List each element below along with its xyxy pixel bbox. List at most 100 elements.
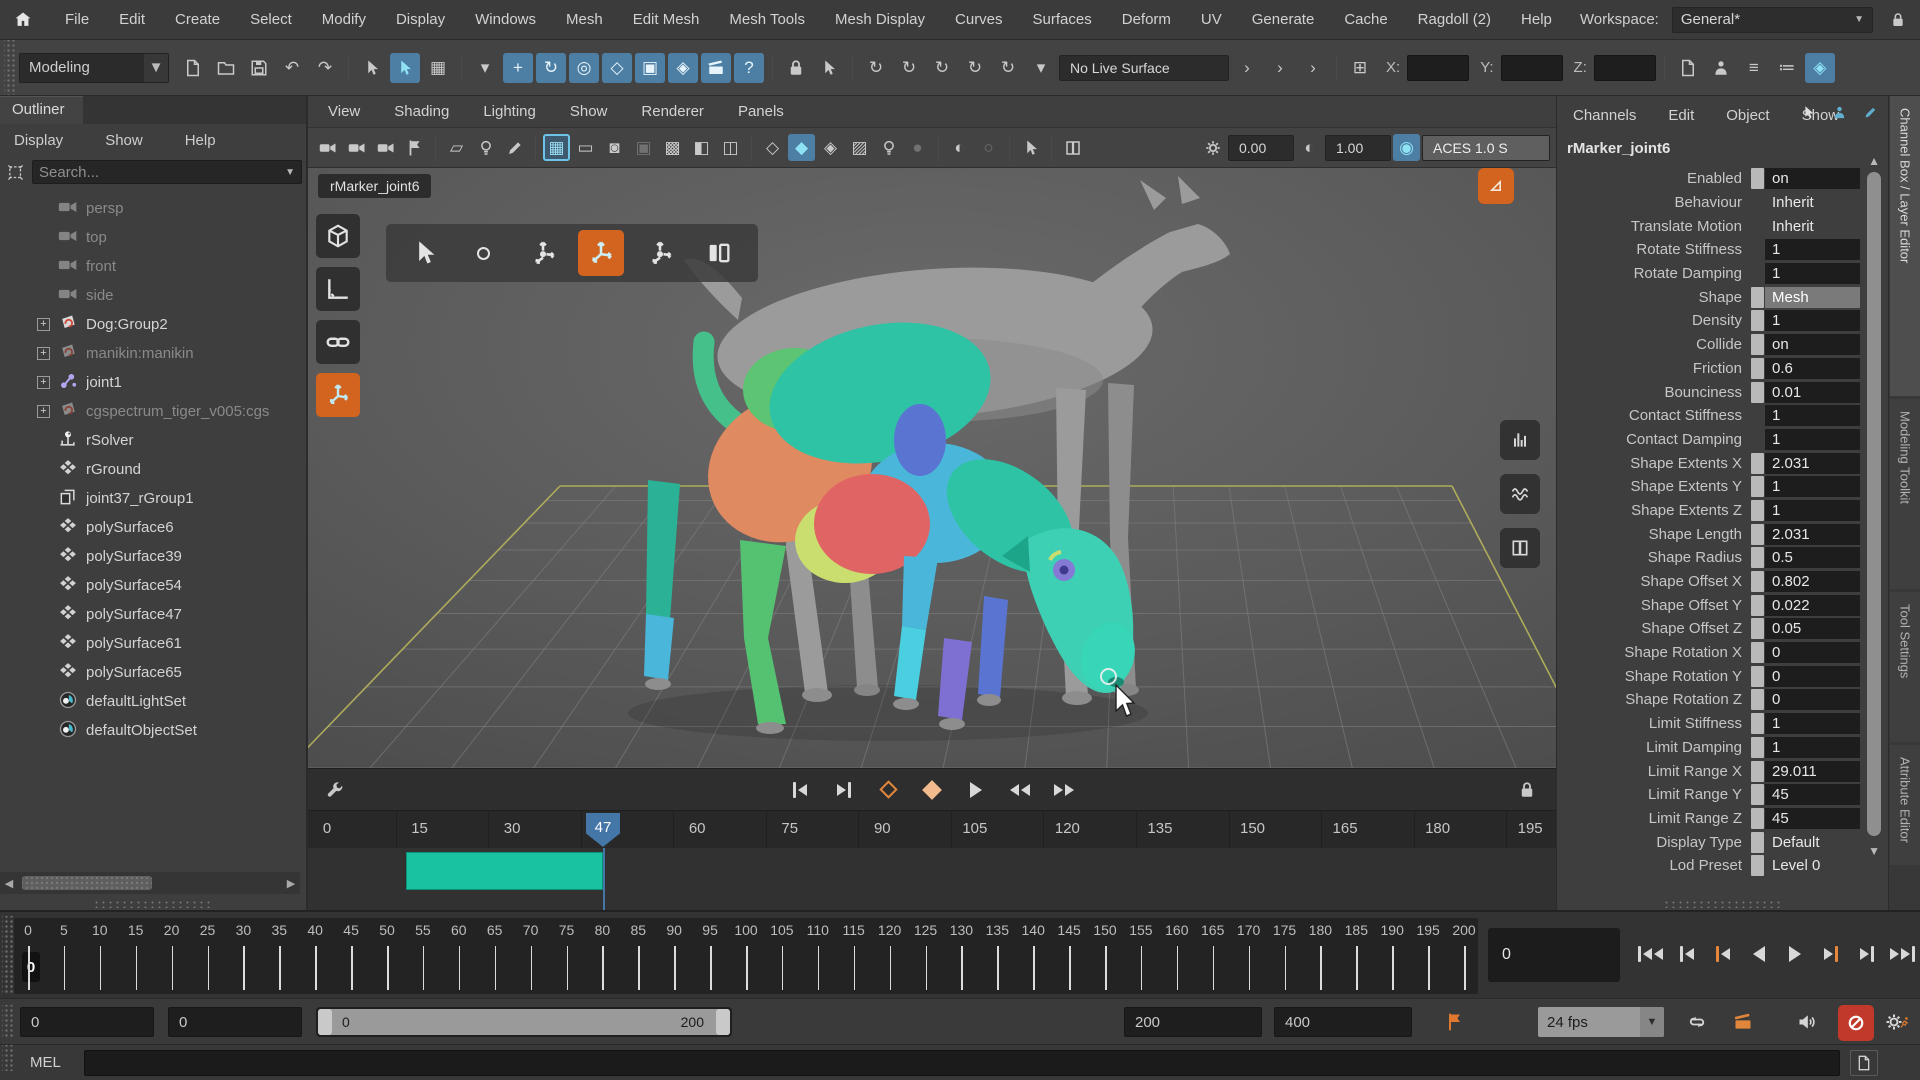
channel-slider-box[interactable] — [1751, 500, 1764, 521]
channel-slider-box[interactable] — [1751, 832, 1764, 853]
uv-editor-icon[interactable] — [1673, 53, 1703, 83]
channel-row-shape[interactable]: ShapeMesh — [1563, 286, 1860, 308]
playback-start-field[interactable]: 0 — [168, 1007, 302, 1037]
display-settings-gear-icon[interactable] — [1199, 134, 1226, 161]
make-live-icon[interactable]: ◈ — [668, 53, 698, 83]
tab-outliner[interactable]: Outliner — [0, 96, 83, 124]
view-bookmark-icon[interactable] — [401, 134, 428, 161]
input-connections-icon[interactable]: ↻ — [861, 53, 891, 83]
channel-slider-box[interactable] — [1751, 287, 1764, 308]
channel-label[interactable]: Limit Range Z — [1563, 810, 1751, 827]
channel-slider-box[interactable] — [1751, 642, 1764, 663]
gate-mask-icon[interactable]: ▣ — [630, 134, 657, 161]
outliner-item-defaultlightset[interactable]: defaultLightSet — [0, 687, 300, 716]
filter-icon[interactable] — [4, 161, 26, 183]
step-back-key-button[interactable] — [1670, 930, 1703, 978]
panel-resize-handle[interactable] — [93, 900, 213, 908]
range-slider[interactable]: 0 200 — [316, 1007, 732, 1037]
lasso-tool-button[interactable] — [461, 230, 507, 276]
channel-row-shape-extents-x[interactable]: Shape Extents X 2.031 — [1563, 452, 1860, 474]
channel-row-shape-radius[interactable]: Shape Radius0.5 — [1563, 547, 1860, 569]
wireframe-on-shaded-icon[interactable]: ◈ — [817, 134, 844, 161]
menu-uv[interactable]: UV — [1199, 8, 1224, 31]
channel-scrollbar-thumb[interactable] — [1867, 172, 1881, 836]
render-clapper-icon[interactable] — [701, 53, 731, 83]
channel-slider-box[interactable] — [1751, 334, 1764, 355]
isolate-select-icon[interactable] — [1017, 134, 1044, 161]
channel-label[interactable]: Shape Offset X — [1563, 573, 1751, 590]
channel-value-field[interactable]: Default — [1765, 832, 1860, 853]
menu-mesh-display[interactable]: Mesh Display — [833, 8, 927, 31]
channel-value-field[interactable]: 0 — [1765, 689, 1860, 710]
channel-slider-box[interactable] — [1751, 855, 1764, 876]
workspace-select[interactable]: General* ▼ — [1672, 7, 1873, 33]
outliner-item-polysurface47[interactable]: polySurface47 — [0, 600, 300, 629]
toolbar-grip[interactable] — [4, 40, 16, 95]
playhead[interactable]: 47 — [586, 813, 620, 847]
channel-slider-box[interactable] — [1751, 808, 1764, 829]
play-backwards-button[interactable] — [1742, 930, 1775, 978]
menu-cache[interactable]: Cache — [1342, 8, 1389, 31]
channel-slider-box[interactable] — [1751, 595, 1764, 616]
play-forwards-button[interactable] — [1778, 930, 1811, 978]
channel-value-field[interactable]: 0 — [1765, 642, 1860, 663]
channel-label[interactable]: Limit Range Y — [1563, 786, 1751, 803]
character-set-icon[interactable] — [1706, 53, 1736, 83]
range-start-handle[interactable] — [318, 1009, 332, 1035]
snap-projected-center-icon[interactable]: ◇ — [602, 53, 632, 83]
resolution-gate-icon[interactable]: ◙ — [601, 134, 628, 161]
move-tool-button-active[interactable] — [578, 230, 624, 276]
channel-slider-box[interactable] — [1751, 713, 1764, 734]
constraint-link-tool-button[interactable] — [316, 320, 360, 364]
channel-value-field[interactable]: 2.031 — [1765, 524, 1860, 545]
snap-help-icon[interactable]: ? — [734, 53, 764, 83]
fps-select[interactable]: 24 fps ▼ — [1538, 1007, 1664, 1037]
lock-selection-icon[interactable] — [781, 53, 811, 83]
channel-slider-box[interactable] — [1751, 737, 1764, 758]
smooth-shade-icon[interactable]: ◆ — [788, 134, 815, 161]
playback-end-field[interactable]: 200 — [1124, 1007, 1262, 1037]
channel-label[interactable]: Display Type — [1563, 834, 1751, 851]
channel-row-shape-offset-y[interactable]: Shape Offset Y0.022 — [1563, 594, 1860, 616]
channel-row-behaviour[interactable]: BehaviourInherit — [1563, 192, 1860, 214]
keyframe-filled-button[interactable] — [917, 775, 947, 805]
channel-label[interactable]: Shape Radius — [1563, 549, 1751, 566]
scroll-left-icon[interactable]: ◀ — [0, 877, 18, 890]
outliner-item-polysurface39[interactable]: polySurface39 — [0, 542, 300, 571]
channel-slider-box[interactable] — [1751, 382, 1764, 403]
previous-key-button[interactable] — [785, 775, 815, 805]
outliner-item-polysurface6[interactable]: polySurface6 — [0, 513, 300, 542]
outliner-item-front[interactable]: front — [0, 252, 300, 281]
motion-blur-icon[interactable]: ○ — [975, 134, 1002, 161]
channel-slider-box[interactable] — [1751, 666, 1764, 687]
menu-edit-mesh[interactable]: Edit Mesh — [631, 8, 702, 31]
channel-value-field[interactable]: 2.031 — [1765, 453, 1860, 474]
animation-start-field[interactable]: 0 — [20, 1007, 154, 1037]
gamma-field[interactable]: 1.00 — [1325, 135, 1391, 161]
channel-value-field[interactable]: 1 — [1765, 500, 1860, 521]
viewport-menu-renderer[interactable]: Renderer — [639, 100, 706, 123]
perspective-camera-icon[interactable] — [314, 134, 341, 161]
channel-row-rotate-damping[interactable]: Rotate Damping1 — [1563, 263, 1860, 285]
scrollbar-thumb[interactable] — [22, 876, 152, 890]
marker-pair-tool-button[interactable] — [696, 230, 742, 276]
history-options-icon[interactable]: ↻ — [993, 53, 1023, 83]
expand-icon[interactable]: + — [37, 405, 50, 418]
channel-label[interactable]: Shape — [1563, 289, 1751, 306]
viewport-menu-lighting[interactable]: Lighting — [481, 100, 538, 123]
use-all-lights-icon[interactable] — [875, 134, 902, 161]
channel-value-field[interactable]: Level 0 — [1765, 855, 1860, 876]
channel-row-limit-range-z[interactable]: Limit Range Z45 — [1563, 808, 1860, 830]
channel-label[interactable]: Shape Extents X — [1563, 455, 1751, 472]
screen-ao-icon[interactable]: ◐ — [946, 134, 973, 161]
tab-attribute-editor[interactable]: Attribute Editor — [1890, 745, 1920, 865]
outliner-hscrollbar[interactable]: ◀ ▶ — [0, 872, 300, 894]
go-to-end-button[interactable] — [1886, 930, 1919, 978]
channel-slider-box[interactable] — [1751, 761, 1764, 782]
channel-value-field[interactable]: 1 — [1765, 737, 1860, 758]
slider-controls-icon[interactable]: ≡ — [1739, 53, 1769, 83]
waveform-button[interactable] — [1500, 474, 1540, 514]
channel-value-field[interactable]: Inherit — [1765, 216, 1860, 237]
home-icon[interactable] — [10, 7, 36, 33]
viewport-menu-show[interactable]: Show — [568, 100, 610, 123]
